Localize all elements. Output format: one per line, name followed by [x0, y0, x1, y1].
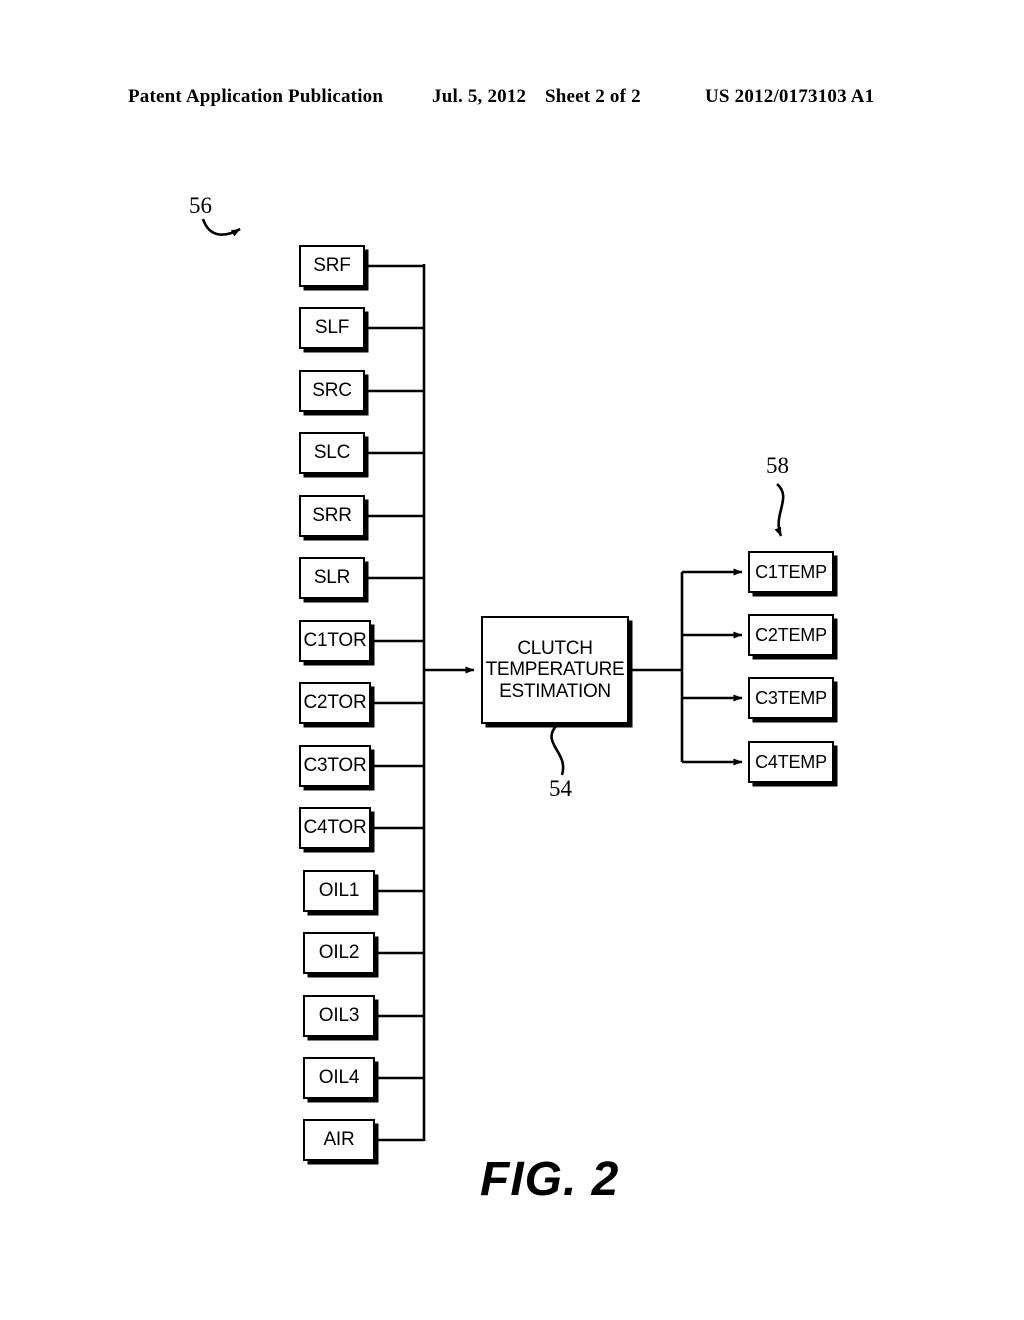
input-block-air[interactable]: AIR	[303, 1119, 375, 1161]
input-label: OIL1	[318, 880, 360, 902]
input-label: C4TOR	[303, 817, 367, 839]
input-block-oil3[interactable]: OIL3	[303, 995, 375, 1037]
input-block-c3tor[interactable]: C3TOR	[299, 745, 371, 787]
output-label: C3TEMP	[755, 687, 827, 708]
input-label: SRR	[312, 505, 352, 527]
input-label: OIL2	[318, 942, 360, 964]
leader-54	[550, 725, 565, 776]
output-block-c2temp[interactable]: C2TEMP	[748, 614, 834, 656]
input-block-c1tor[interactable]: C1TOR	[299, 620, 371, 662]
input-block-slf[interactable]: SLF	[299, 307, 365, 349]
input-label: SLF	[314, 317, 350, 339]
input-label: OIL4	[318, 1067, 360, 1089]
leader-58	[774, 483, 785, 537]
output-label: C1TEMP	[755, 561, 827, 582]
leader-56	[201, 218, 241, 237]
input-block-srr[interactable]: SRR	[299, 495, 365, 537]
input-label: SRF	[313, 255, 351, 277]
input-block-srf[interactable]: SRF	[299, 245, 365, 287]
output-block-c1temp[interactable]: C1TEMP	[748, 551, 834, 593]
input-label: SLR	[313, 567, 351, 589]
process-label-line-3: ESTIMATION	[499, 680, 611, 702]
output-block-c3temp[interactable]: C3TEMP	[748, 677, 834, 719]
input-label: C2TOR	[303, 692, 367, 714]
input-block-c4tor[interactable]: C4TOR	[299, 807, 371, 849]
input-label: OIL3	[318, 1005, 360, 1027]
input-block-oil4[interactable]: OIL4	[303, 1057, 375, 1099]
reference-numeral-58: 58	[766, 453, 789, 478]
output-label: C2TEMP	[755, 624, 827, 645]
input-label: SLC	[313, 442, 351, 464]
input-label: AIR	[323, 1129, 355, 1151]
process-label-line-2: TEMPERATURE	[485, 659, 625, 681]
input-label: C3TOR	[303, 755, 367, 777]
figure-caption: FIG. 2	[480, 1153, 620, 1206]
input-block-c2tor[interactable]: C2TOR	[299, 682, 371, 724]
process-label-line-1: CLUTCH	[517, 638, 593, 660]
reference-numeral-54: 54	[549, 776, 572, 801]
input-label: C1TOR	[303, 630, 367, 652]
input-block-slr[interactable]: SLR	[299, 557, 365, 599]
output-label: C4TEMP	[755, 751, 827, 772]
reference-numeral-56: 56	[189, 193, 212, 218]
input-label: SRC	[312, 380, 352, 402]
input-block-src[interactable]: SRC	[299, 370, 365, 412]
process-block-clutch-temperature-estimation[interactable]: CLUTCH TEMPERATURE ESTIMATION	[481, 616, 629, 724]
patent-figure-2: SRF SLF SRC SLC SRR SLR C1TOR C2TOR C3TO…	[0, 0, 1024, 1320]
input-block-oil2[interactable]: OIL2	[303, 932, 375, 974]
input-block-oil1[interactable]: OIL1	[303, 870, 375, 912]
input-block-slc[interactable]: SLC	[299, 432, 365, 474]
output-block-c4temp[interactable]: C4TEMP	[748, 741, 834, 783]
